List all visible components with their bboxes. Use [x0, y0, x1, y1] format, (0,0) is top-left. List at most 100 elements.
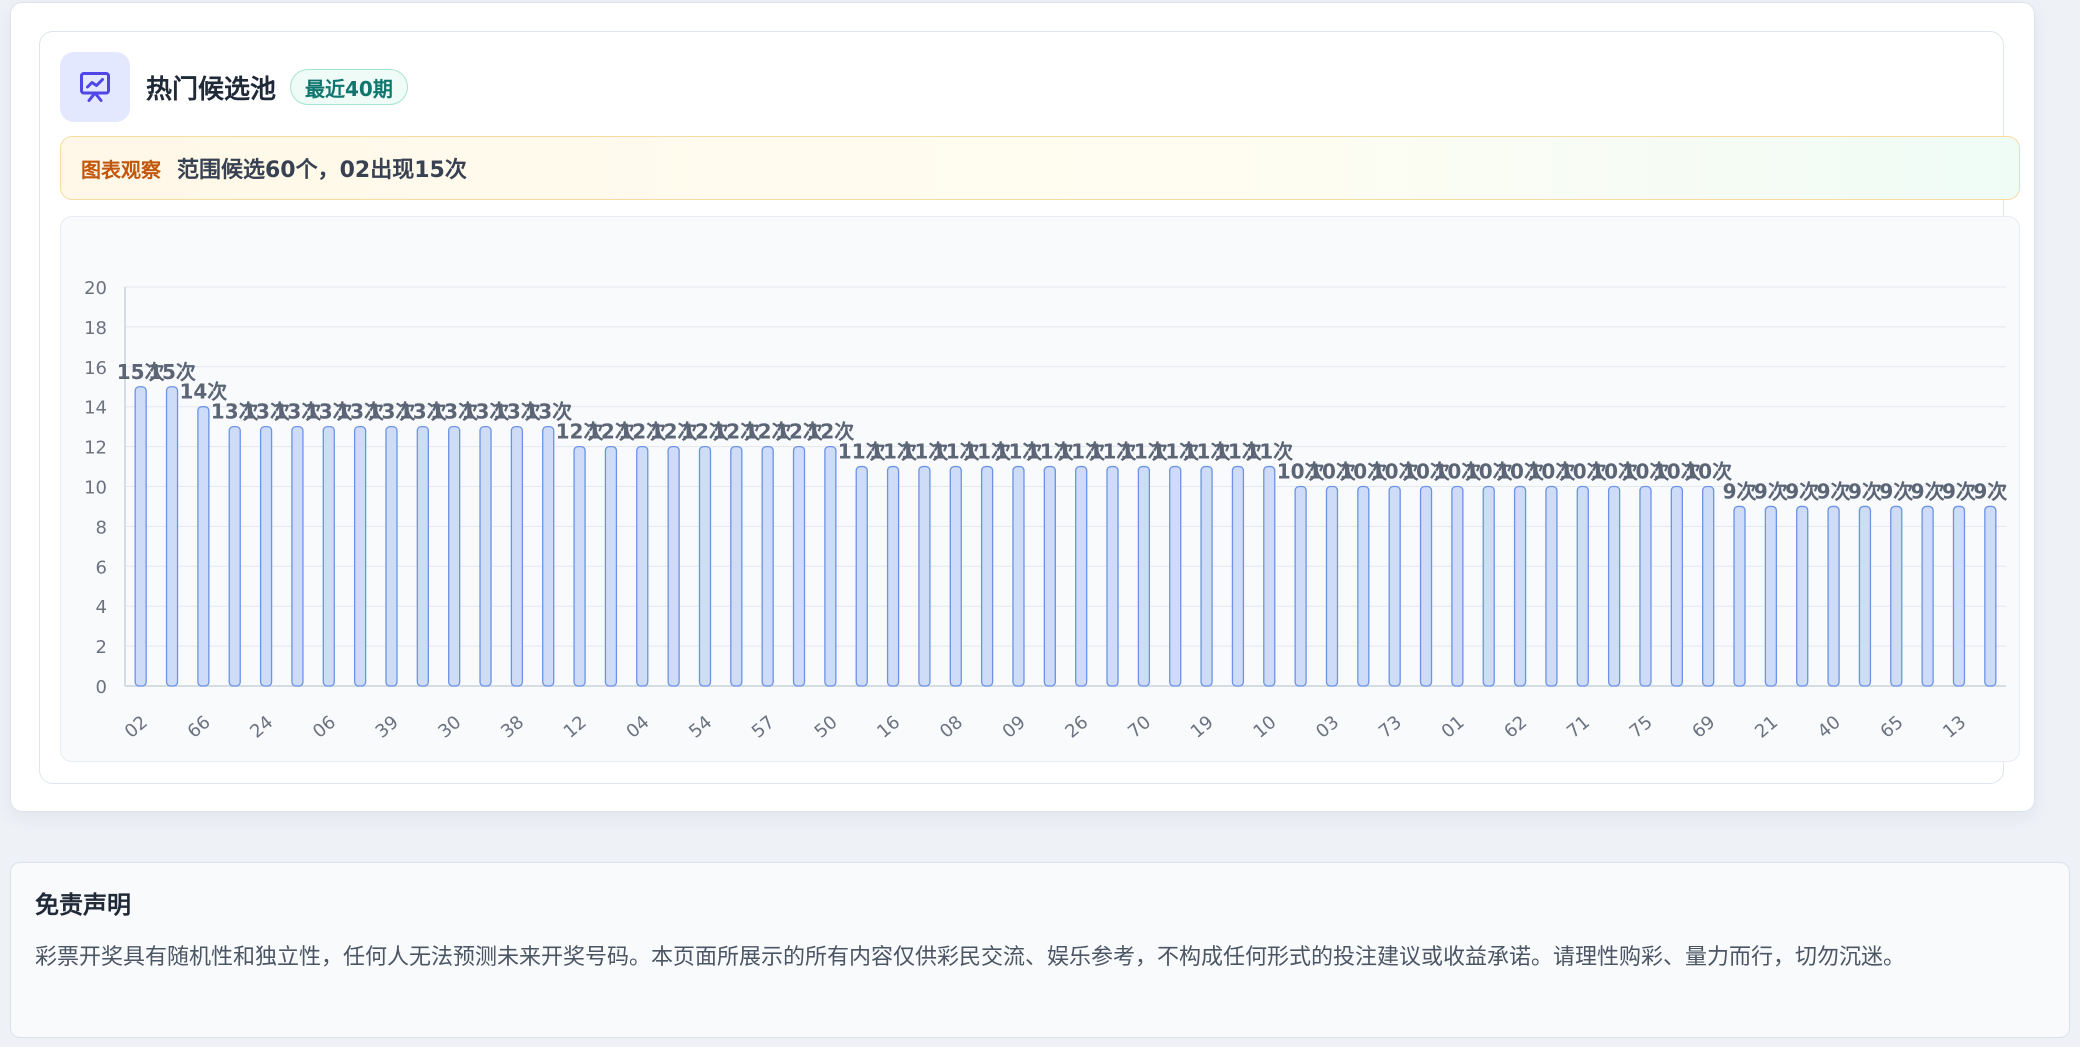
- bar: [1796, 505, 1809, 687]
- bar: [918, 465, 931, 687]
- bar: [542, 425, 555, 687]
- bar: [1263, 465, 1276, 687]
- observation-text: 范围候选60个，02出现15次: [177, 158, 467, 183]
- bar: [1858, 505, 1872, 687]
- observation-label: 图表观察: [81, 157, 161, 182]
- y-tick-label: 20: [84, 278, 107, 299]
- bar: [1419, 485, 1433, 687]
- x-tick-label: 65: [1876, 712, 1907, 743]
- bar: [228, 425, 241, 687]
- x-tick-label: 57: [748, 712, 779, 743]
- x-tick-label: 38: [497, 712, 528, 743]
- x-tick-label: 73: [1375, 712, 1406, 743]
- bar-value-label: 9次: [1879, 479, 1913, 503]
- y-tick-label: 14: [84, 398, 107, 419]
- bar: [1984, 505, 1997, 687]
- y-tick-label: 16: [84, 358, 107, 379]
- y-tick-label: 8: [96, 517, 107, 538]
- bar: [1075, 465, 1088, 687]
- x-tick-label: 12: [560, 712, 591, 743]
- hot-pool-card: 热门候选池 最近40期 图表观察 范围候选60个，02出现15次 0 2 4 6 8 10…: [10, 2, 2035, 812]
- chart-observation: 图表观察 范围候选60个，02出现15次: [60, 136, 2020, 200]
- y-tick-label: 18: [84, 318, 107, 339]
- bar: [134, 386, 147, 687]
- y-tick-label: 10: [84, 478, 107, 499]
- bar: [949, 465, 962, 687]
- bar: [1639, 485, 1652, 687]
- bar: [730, 445, 743, 687]
- x-tick-label: 40: [1814, 712, 1845, 743]
- x-tick-label: 24: [246, 712, 277, 743]
- x-tick-label: 13: [1939, 712, 1970, 743]
- bar-value-label: 9次: [1973, 479, 2007, 503]
- x-tick-label: 26: [1061, 712, 1092, 743]
- x-tick-label: 70: [1124, 712, 1155, 743]
- bar: [1325, 485, 1339, 687]
- panel-title: 热门候选池: [146, 74, 277, 105]
- disclaimer-box: 免责声明 彩票开奖具有随机性和独立性，任何人无法预测未来开奖号码。本页面所展示的…: [10, 862, 2070, 1038]
- disclaimer-title: 免责声明: [35, 891, 131, 919]
- bar: [980, 465, 994, 687]
- bar: [1952, 505, 1966, 687]
- bar: [1576, 485, 1589, 687]
- bar: [1733, 505, 1746, 687]
- chart-panel: 0 2 4 6 8 10 12 14 16 18 20 15次 15次 14次 13次 13次 13次 13次 13…: [60, 216, 2020, 762]
- bar: [1137, 465, 1151, 687]
- bar-value-label: 9次: [1754, 479, 1788, 503]
- bar: [1388, 485, 1401, 687]
- bar: [353, 425, 367, 687]
- bar: [886, 465, 900, 687]
- bar: [291, 425, 304, 687]
- x-tick-label: 21: [1751, 712, 1782, 743]
- bar: [698, 445, 712, 687]
- period-badge: 最近40期: [290, 69, 408, 105]
- bar-value-label: 9次: [1723, 479, 1757, 503]
- x-tick-label: 19: [1187, 712, 1218, 743]
- x-tick-label: 39: [372, 712, 403, 743]
- bar: [1607, 485, 1621, 687]
- bar: [1200, 465, 1213, 687]
- bar: [448, 425, 461, 687]
- bar: [855, 465, 868, 687]
- bar: [259, 425, 273, 687]
- x-tick-label: 03: [1312, 712, 1343, 743]
- x-tick-label: 01: [1438, 712, 1469, 743]
- bar: [1827, 505, 1840, 687]
- x-tick-label: 54: [685, 712, 716, 743]
- bar: [573, 445, 586, 687]
- x-tick-label: 09: [999, 712, 1030, 743]
- bar: [1106, 465, 1119, 687]
- frequency-bar-chart: 0246810121416182015次15次14次13次13次13次13次13…: [84, 278, 2007, 743]
- bar: [1482, 485, 1495, 687]
- y-tick-label: 2: [96, 637, 107, 658]
- bar: [1890, 505, 1903, 687]
- presentation-chart-icon: [60, 52, 130, 122]
- bar: [1921, 505, 1934, 687]
- hot-pool-panel: 热门候选池 最近40期 图表观察 范围候选60个，02出现15次 0 2 4 6 8 10…: [39, 31, 2020, 784]
- panel-header: 热门候选池 最近40期: [60, 52, 408, 122]
- bar: [761, 445, 774, 687]
- bar: [1043, 465, 1056, 687]
- bar: [636, 445, 649, 687]
- x-tick-label: 10: [1249, 712, 1280, 743]
- bar: [510, 425, 524, 687]
- x-tick-label: 16: [873, 712, 904, 743]
- y-tick-label: 0: [96, 677, 107, 698]
- bar: [165, 386, 179, 687]
- bar: [604, 445, 618, 687]
- x-tick-label: 50: [811, 712, 842, 743]
- bar: [479, 425, 492, 687]
- bar: [824, 445, 837, 687]
- bar-value-label: 9次: [1911, 479, 1945, 503]
- bar: [1451, 485, 1464, 687]
- x-tick-label: 30: [434, 712, 465, 743]
- bar-value-label: 9次: [1942, 479, 1976, 503]
- x-tick-label: 04: [622, 712, 653, 743]
- bar: [1169, 465, 1182, 687]
- x-tick-label: 08: [936, 712, 967, 743]
- bar: [1670, 485, 1683, 687]
- bar: [1012, 465, 1025, 687]
- bar-value-label: 9次: [1817, 479, 1851, 503]
- x-tick-label: 02: [121, 712, 152, 743]
- bar: [197, 406, 210, 687]
